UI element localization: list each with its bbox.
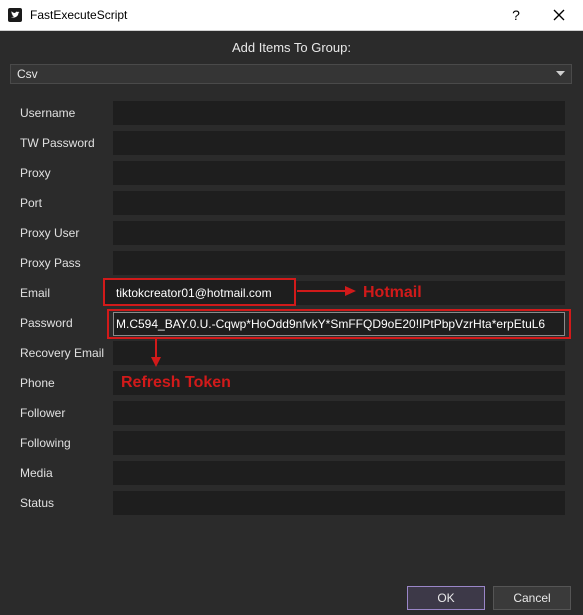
- port-label: Port: [20, 196, 43, 210]
- recovery-email-field[interactable]: [113, 341, 565, 365]
- form-row-follower: Follower: [0, 401, 583, 425]
- refresh-token-annotation: Refresh Token: [121, 374, 231, 391]
- media-field[interactable]: [113, 461, 565, 485]
- form-row-proxy-user: Proxy User: [0, 221, 583, 245]
- media-label: Media: [20, 466, 53, 480]
- form-row-username: Username: [0, 101, 583, 125]
- hotmail-annotation: Hotmail: [363, 284, 422, 301]
- username-label: Username: [20, 106, 76, 120]
- form-row-phone: Phone: [0, 371, 583, 395]
- proxy-user-field[interactable]: [113, 221, 565, 245]
- follower-label: Follower: [20, 406, 66, 420]
- form-row-following: Following: [0, 431, 583, 455]
- email-value: tiktokcreator01@hotmail.com: [116, 286, 272, 300]
- phone-label: Phone: [20, 376, 55, 390]
- form-row-media: Media: [0, 461, 583, 485]
- cancel-button[interactable]: Cancel: [493, 586, 571, 610]
- close-icon: [553, 9, 565, 21]
- help-button[interactable]: ?: [505, 4, 527, 26]
- form-row-port: Port: [0, 191, 583, 215]
- form-row-recovery-email: Recovery Email: [0, 341, 583, 365]
- follower-field[interactable]: [113, 401, 565, 425]
- password-label: Password: [20, 316, 73, 330]
- dialog-heading: Add Items To Group:: [232, 40, 351, 55]
- window-titlebar: FastExecuteScript ?: [0, 0, 583, 31]
- help-label: ?: [512, 7, 520, 23]
- username-field[interactable]: [113, 101, 565, 125]
- email-label: Email: [20, 286, 51, 300]
- form-row-proxy: Proxy: [0, 161, 583, 185]
- port-field[interactable]: [113, 191, 565, 215]
- status-label: Status: [20, 496, 55, 510]
- proxy-pass-field[interactable]: [113, 251, 565, 275]
- ok-button[interactable]: OK: [407, 586, 485, 610]
- proxy-pass-label: Proxy Pass: [20, 256, 81, 270]
- proxy-label: Proxy: [20, 166, 51, 180]
- twitter-bird-icon: [8, 8, 22, 22]
- form-row-status: Status: [0, 491, 583, 515]
- tw-password-label: TW Password: [20, 136, 95, 150]
- following-field[interactable]: [113, 431, 565, 455]
- following-label: Following: [20, 436, 71, 450]
- recovery-email-label: Recovery Email: [20, 346, 105, 360]
- proxy-field[interactable]: [113, 161, 565, 185]
- annotation-arrows: [151, 286, 356, 367]
- window-title: FastExecuteScript: [30, 8, 128, 22]
- status-field[interactable]: [113, 491, 565, 515]
- chevron-down-icon: [556, 71, 565, 76]
- proxy-user-label: Proxy User: [20, 226, 80, 240]
- password-field[interactable]: M.C594_BAY.0.U.-Cqwp*HoOdd9nfvkY*SmFFQD9…: [113, 312, 565, 336]
- close-button[interactable]: [548, 4, 570, 26]
- form-row-tw-password: TW Password: [0, 131, 583, 155]
- format-select[interactable]: Csv: [10, 64, 572, 84]
- form-row-proxy-pass: Proxy Pass: [0, 251, 583, 275]
- tw-password-field[interactable]: [113, 131, 565, 155]
- format-select-value: Csv: [17, 67, 38, 81]
